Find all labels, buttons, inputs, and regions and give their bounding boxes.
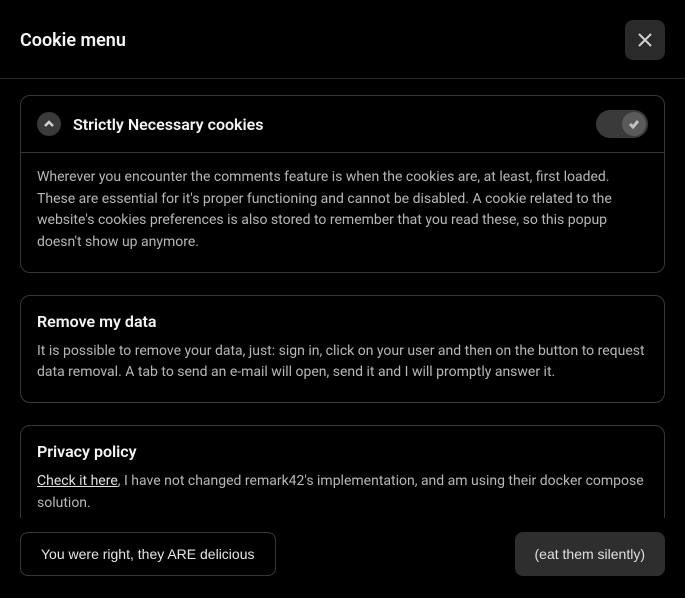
privacy-body: Privacy policy Check it here, I have not… (21, 426, 664, 518)
privacy-suffix: , I have not changed remark42's implemen… (37, 473, 644, 511)
collapse-toggle[interactable] (37, 112, 61, 136)
toggle-knob (622, 112, 646, 136)
privacy-title: Privacy policy (37, 442, 648, 461)
close-icon (638, 33, 652, 47)
chevron-up-icon (44, 119, 54, 129)
accept-button-secondary[interactable]: (eat them silently) (515, 532, 665, 576)
modal-body: Strictly Necessary cookies Wherever you … (0, 79, 685, 518)
necessary-text: Wherever you encounter the comments feat… (37, 167, 648, 254)
remove-text: It is possible to remove your data, just… (37, 341, 648, 384)
privacy-text: Check it here, I have not changed remark… (37, 471, 648, 514)
remove-body: Remove my data It is possible to remove … (21, 296, 664, 402)
necessary-toggle (596, 110, 648, 138)
necessary-cookies-card: Strictly Necessary cookies Wherever you … (20, 95, 665, 273)
modal-title: Cookie menu (20, 30, 126, 51)
necessary-body: Wherever you encounter the comments feat… (21, 153, 664, 272)
necessary-card-header: Strictly Necessary cookies (21, 96, 664, 153)
accept-button-primary[interactable]: You were right, they ARE delicious (20, 532, 276, 576)
privacy-card: Privacy policy Check it here, I have not… (20, 425, 665, 518)
modal-footer: You were right, they ARE delicious (eat … (0, 518, 685, 598)
close-button[interactable] (625, 20, 665, 60)
check-icon (628, 118, 640, 130)
privacy-link[interactable]: Check it here (37, 473, 118, 489)
remove-title: Remove my data (37, 312, 648, 331)
remove-data-card: Remove my data It is possible to remove … (20, 295, 665, 403)
necessary-title: Strictly Necessary cookies (73, 115, 584, 134)
modal-header: Cookie menu (0, 0, 685, 79)
cookie-modal: Cookie menu Strictly Necessary cookies (0, 0, 685, 598)
